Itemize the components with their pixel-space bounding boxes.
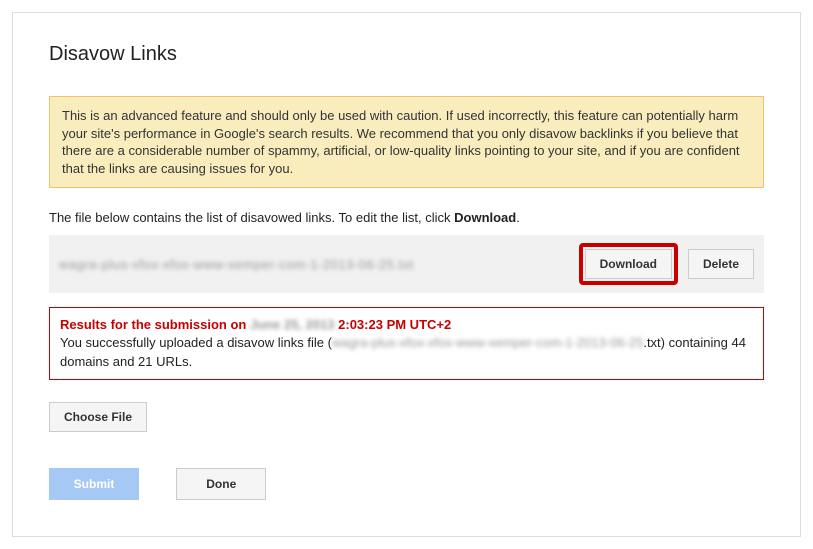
uploaded-file-row: wagra-plus-xfox-xfox-www-xemper-com-1-20… (49, 235, 764, 293)
choose-file-button[interactable]: Choose File (49, 402, 147, 432)
download-highlight-frame: Download (579, 243, 678, 285)
uploaded-file-name: wagra-plus-xfox-xfox-www-xemper-com-1-20… (59, 257, 579, 272)
results-body: You successfully uploaded a disavow link… (60, 334, 753, 370)
download-button[interactable]: Download (585, 249, 672, 279)
instruction-text: The file below contains the list of disa… (49, 210, 764, 225)
submission-results-box: Results for the submission on June 25, 2… (49, 307, 764, 380)
instruction-prefix: The file below contains the list of disa… (49, 210, 454, 225)
warning-text: This is an advanced feature and should o… (62, 108, 740, 176)
results-body-prefix: You successfully uploaded a disavow link… (60, 335, 332, 350)
results-body-filename: wagra-plus-xfox-xfox-www-xemper-com-1-20… (332, 335, 643, 350)
page-title: Disavow Links (49, 43, 764, 66)
action-row: Submit Done (49, 468, 764, 500)
results-title-time: 2:03:23 PM UTC+2 (335, 317, 452, 332)
results-title: Results for the submission on June 25, 2… (60, 316, 753, 334)
instruction-suffix: . (516, 210, 520, 225)
instruction-action-word: Download (454, 210, 516, 225)
delete-button[interactable]: Delete (688, 249, 754, 279)
caution-warning-box: This is an advanced feature and should o… (49, 96, 764, 188)
results-title-date: June 25, 2013 (250, 317, 335, 332)
submit-button[interactable]: Submit (49, 468, 139, 500)
results-title-prefix: Results for the submission on (60, 317, 250, 332)
choose-file-row: Choose File (49, 402, 764, 432)
disavow-links-panel: Disavow Links This is an advanced featur… (12, 12, 801, 537)
done-button[interactable]: Done (176, 468, 266, 500)
